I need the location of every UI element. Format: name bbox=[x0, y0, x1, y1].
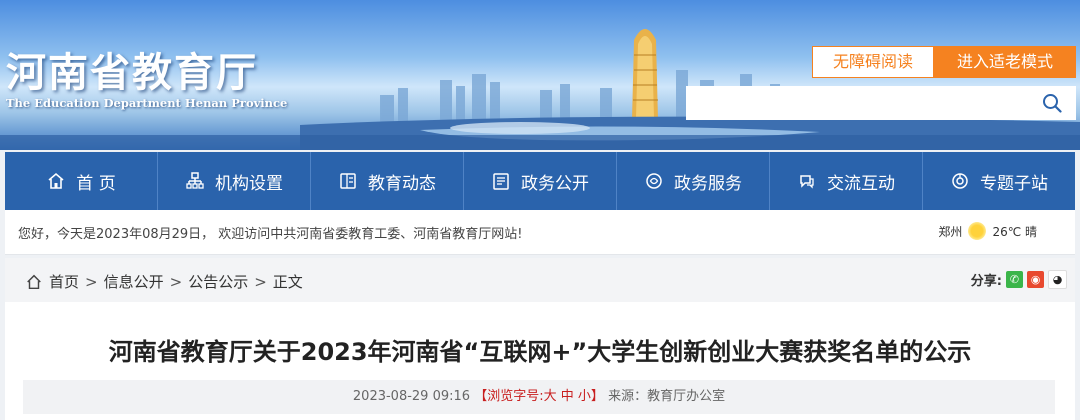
chat-icon bbox=[800, 175, 814, 189]
breadcrumb-separator: > bbox=[169, 272, 183, 291]
nav-item-topic-sites[interactable]: 专题子站 bbox=[923, 152, 1075, 210]
article-source: 来源：教育厅办公室 bbox=[608, 389, 726, 404]
nav-item-label: 机构设置 bbox=[215, 173, 283, 194]
wechat-share-icon[interactable]: ✆ bbox=[1006, 271, 1023, 288]
nav-item-label: 交流互动 bbox=[827, 173, 895, 194]
nav-item-label: 政务服务 bbox=[674, 173, 742, 194]
nav-item-label: 首 页 bbox=[76, 173, 116, 194]
weather-city: 郑州 bbox=[938, 224, 963, 239]
home-icon bbox=[27, 274, 41, 289]
accessibility-reading-button[interactable]: 无障碍阅读 bbox=[812, 46, 934, 78]
home-icon bbox=[48, 172, 64, 189]
elder-mode-button[interactable]: 进入适老模式 bbox=[934, 46, 1076, 78]
search-input[interactable] bbox=[686, 86, 1046, 120]
weather-widget: 郑州 26℃ 晴 bbox=[938, 222, 1037, 240]
header-banner: 河南省教育厅 The Education Department Henan Pr… bbox=[0, 0, 1080, 150]
weibo-share-icon[interactable]: ◉ bbox=[1027, 271, 1044, 288]
welcome-bar: 您好，今天是2023年08月29日， 欢迎访问中共河南省委教育工委、河南省教育厅… bbox=[5, 210, 1075, 255]
weather-temperature: 26℃ 晴 bbox=[992, 224, 1037, 239]
breadcrumb-bar: 首页 > 信息公开 > 公告公示 > 正文 分享: ✆ ◉ ◕ bbox=[5, 258, 1075, 302]
breadcrumb-current: 正文 bbox=[272, 273, 303, 291]
article-title: 河南省教育厅关于2023年河南省“互联网+”大学生创新创业大赛获奖名单的公示 bbox=[108, 338, 972, 366]
font-small-button[interactable]: 小 bbox=[578, 389, 591, 404]
breadcrumb-separator: > bbox=[85, 272, 98, 291]
nav-item-interaction[interactable]: 交流互动 bbox=[770, 152, 923, 210]
font-large-button[interactable]: 大 bbox=[544, 389, 557, 404]
main-nav: 首 页 机构设置 教育动态 政务公开 政务服务 交流互动 专题子站 bbox=[5, 152, 1075, 210]
breadcrumb-info-public[interactable]: 信息公开 bbox=[104, 271, 164, 292]
font-size-close: 】 bbox=[590, 389, 604, 404]
breadcrumb: 首页 > 信息公开 > 公告公示 > 正文 bbox=[25, 271, 303, 292]
breadcrumb-home[interactable]: 首页 bbox=[49, 271, 79, 292]
nav-item-home[interactable]: 首 页 bbox=[5, 152, 158, 210]
font-medium-button[interactable]: 中 bbox=[561, 389, 574, 404]
font-size-label: 【浏览字号: bbox=[474, 389, 544, 404]
search-box bbox=[686, 86, 1076, 120]
nav-item-label: 政务公开 bbox=[521, 173, 589, 194]
tower-illustration bbox=[632, 29, 658, 120]
org-icon bbox=[186, 172, 204, 189]
site-title: 河南省教育厅 bbox=[6, 49, 258, 96]
site-subtitle: The Education Department Henan Province bbox=[6, 96, 288, 110]
article: 河南省教育厅关于2023年河南省“互联网+”大学生创新创业大赛获奖名单的公示 2… bbox=[5, 302, 1075, 420]
news-icon bbox=[340, 173, 356, 189]
breadcrumb-announcements[interactable]: 公告公示 bbox=[188, 271, 248, 292]
nav-item-news[interactable]: 教育动态 bbox=[311, 152, 464, 210]
nav-item-label: 专题子站 bbox=[980, 173, 1048, 194]
share-label: 分享: bbox=[970, 274, 1002, 289]
search-icon[interactable] bbox=[1042, 93, 1062, 113]
nav-item-label: 教育动态 bbox=[368, 173, 436, 194]
sun-icon bbox=[968, 222, 987, 240]
nav-item-organization[interactable]: 机构设置 bbox=[158, 152, 311, 210]
breadcrumb-separator: > bbox=[254, 272, 267, 291]
welcome-text: 您好，今天是2023年08月29日， 欢迎访问中共河南省委教育工委、河南省教育厅… bbox=[18, 227, 523, 242]
document-icon bbox=[493, 173, 509, 190]
nav-item-government-services[interactable]: 政务服务 bbox=[617, 152, 770, 210]
topic-icon bbox=[952, 173, 968, 189]
service-icon bbox=[646, 173, 662, 189]
article-meta: 2023-08-29 09:16 【浏览字号:大 中 小】 来源：教育厅办公室 bbox=[23, 380, 1055, 414]
nav-item-government-affairs[interactable]: 政务公开 bbox=[464, 152, 617, 210]
share-bar: 分享: ✆ ◉ ◕ bbox=[971, 270, 1067, 289]
article-date: 2023-08-29 09:16 bbox=[352, 389, 471, 404]
qq-share-icon[interactable]: ◕ bbox=[1048, 270, 1067, 289]
